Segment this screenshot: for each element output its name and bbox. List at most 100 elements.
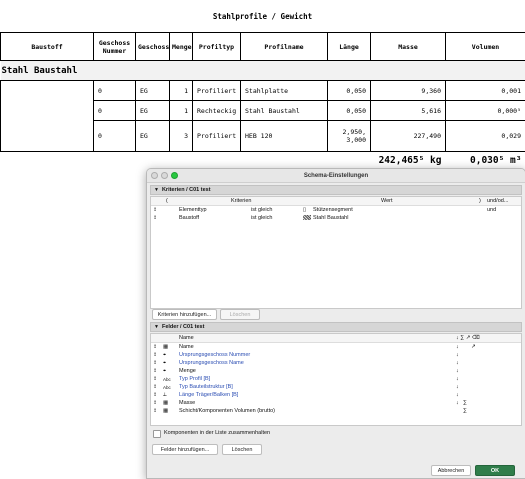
field-row[interactable]: ⁝ ▦ Schicht/Komponenten Volumen (brutto)… — [151, 407, 521, 415]
grid-icon: ▦ — [163, 408, 168, 414]
table-cell: 0,050 — [328, 101, 371, 121]
text-abc-icon: Abc — [163, 385, 171, 390]
drag-handle-icon[interactable]: ⁝ — [154, 384, 156, 390]
field-name: Typ Profil [B] — [179, 376, 210, 382]
drag-handle-icon[interactable]: ⁝ — [154, 352, 156, 358]
field-row[interactable]: ⁝ ▦ Name ↓ ↗ — [151, 343, 521, 351]
drag-handle-icon[interactable]: ⁝ — [154, 215, 156, 221]
group-row: Stahl Baustahl — [1, 61, 525, 81]
cancel-button[interactable]: Abbrechen — [431, 465, 471, 476]
delete-fields-button[interactable]: Löschen — [222, 444, 262, 455]
criteria-row[interactable]: ⁝ Baustoff ist gleich Stahl Baustahl — [151, 214, 521, 222]
sort-icon[interactable]: ↓ — [456, 368, 459, 374]
drag-handle-icon[interactable]: ⁝ — [154, 400, 156, 406]
minimize-window-button[interactable] — [161, 172, 168, 179]
criteria-and-or[interactable]: und — [487, 207, 496, 213]
drag-handle-icon[interactable]: ⁝ — [154, 408, 156, 414]
header-profilname[interactable]: Profilname — [241, 33, 328, 61]
add-fields-button[interactable]: Felder hinzufügen... — [152, 444, 218, 455]
col-and-or: und/od... — [487, 198, 508, 204]
header-masse[interactable]: Masse — [371, 33, 446, 61]
criteria-list: ( Kriterien Wert ) und/od... ⁝ Elementty… — [150, 196, 522, 309]
column-segment-icon: ▯ — [303, 207, 306, 213]
sum-icon[interactable]: ∑ — [463, 408, 467, 414]
criteria-value[interactable]: Stahl Baustahl — [313, 215, 348, 221]
header-menge[interactable]: Menge — [170, 33, 193, 61]
col-paren-close: ) — [479, 198, 481, 204]
table-cell — [1, 81, 94, 152]
total-mass: 242,465⁵ kg — [371, 152, 446, 169]
window-controls — [151, 172, 178, 179]
delete-criteria-button[interactable]: Löschen — [220, 309, 260, 320]
drag-handle-icon[interactable]: ⁝ — [154, 344, 156, 350]
table-cell: Profiliert — [193, 121, 241, 152]
field-row[interactable]: ⁝ ⌖ Menge ↓ — [151, 367, 521, 375]
sort-icon[interactable]: ↓ — [456, 352, 459, 358]
field-name: Menge — [179, 368, 196, 374]
add-criteria-button[interactable]: Kriterien hinzufügen... — [152, 309, 217, 320]
schedule-title: Stahlprofile / Gewicht — [0, 0, 525, 33]
dialog-titlebar[interactable]: Schema-Einstellungen — [147, 169, 525, 183]
criteria-field[interactable]: Baustoff — [179, 215, 199, 221]
header-geschoss[interactable]: Geschoss — [136, 33, 170, 61]
sum-icon[interactable]: ∑ — [463, 400, 467, 406]
close-window-button[interactable] — [151, 172, 158, 179]
field-row[interactable]: ⁝ ▦ Masse ↓ ∑ — [151, 399, 521, 407]
field-row[interactable]: ⁝ Abc Typ Bauteilstruktur [B] ↓ — [151, 383, 521, 391]
field-row[interactable]: ⁝ ⌖ Ursprungsgeschoss Name ↓ — [151, 359, 521, 367]
field-name: Masse — [179, 400, 195, 406]
table-cell: 227,490 — [371, 121, 446, 152]
keep-components-checkbox[interactable] — [153, 430, 161, 438]
ok-button[interactable]: OK — [475, 465, 515, 476]
col-sort-sum-icons: ↓ ∑ ↗ ⌫ — [456, 335, 480, 341]
link-icon[interactable]: ↗ — [471, 344, 476, 350]
table-cell: Rechteckig — [193, 101, 241, 121]
fields-section-header[interactable]: ▼ Felder / C01 test — [150, 322, 522, 332]
summary-row: 242,465⁵ kg 0,030⁵ m³ — [1, 152, 525, 169]
field-name: Ursprungsgeschoss Nummer — [179, 352, 250, 358]
keep-components-label: Komponenten in der Liste zusammenhalten — [164, 430, 270, 436]
header-geschoss-nummer[interactable]: Geschoss Nummer — [94, 33, 136, 61]
criteria-operator[interactable]: ist gleich — [251, 215, 272, 221]
disclosure-triangle-icon[interactable]: ▼ — [154, 187, 159, 193]
header-profiltyp[interactable]: Profiltyp — [193, 33, 241, 61]
table-cell: 5,616 — [371, 101, 446, 121]
criteria-section-header[interactable]: ▼ Kriterien / C01 test — [150, 185, 522, 195]
table-row[interactable]: 0 EG 1 Profiliert Stahlplatte 0,050 9,36… — [1, 81, 525, 101]
add-criteria-label: Kriterien hinzufügen... — [158, 312, 212, 318]
drag-handle-icon[interactable]: ⁝ — [154, 368, 156, 374]
table-cell: Stahl Baustahl — [241, 101, 328, 121]
criteria-operator[interactable]: ist gleich — [251, 207, 272, 213]
criteria-value[interactable]: Stützensegment — [313, 207, 353, 213]
sort-icon[interactable]: ↓ — [456, 392, 459, 398]
criteria-row[interactable]: ⁝ Elementtyp ist gleich ▯ Stützensegment… — [151, 206, 521, 214]
material-hatch-icon — [303, 215, 311, 220]
col-paren-open: ( — [166, 198, 168, 204]
field-row[interactable]: ⁝ ⌖ Ursprungsgeschoss Nummer ↓ — [151, 351, 521, 359]
sort-icon[interactable]: ↓ — [456, 344, 459, 350]
group-label: Stahl Baustahl — [1, 61, 525, 81]
field-name: Schicht/Komponenten Volumen (brutto) — [179, 408, 275, 414]
field-row[interactable]: ⁝ Abc Typ Profil [B] ↓ — [151, 375, 521, 383]
drag-handle-icon[interactable]: ⁝ — [154, 376, 156, 382]
table-cell: 1 — [170, 101, 193, 121]
zoom-window-button[interactable] — [171, 172, 178, 179]
field-name: Länge Träger/Balken [B] — [179, 392, 238, 398]
header-volumen[interactable]: Volumen — [446, 33, 525, 61]
header-laenge[interactable]: Länge — [328, 33, 371, 61]
drag-handle-icon[interactable]: ⁝ — [154, 207, 156, 213]
table-cell: EG — [136, 121, 170, 152]
sort-icon[interactable]: ↓ — [456, 376, 459, 382]
table-cell: 3 — [170, 121, 193, 152]
sort-icon[interactable]: ↓ — [456, 360, 459, 366]
table-cell: Profiliert — [193, 81, 241, 101]
sort-icon[interactable]: ↓ — [456, 384, 459, 390]
sort-icon[interactable]: ↓ — [456, 400, 459, 406]
drag-handle-icon[interactable]: ⁝ — [154, 360, 156, 366]
field-row[interactable]: ⁝ ⟂ Länge Träger/Balken [B] ↓ — [151, 391, 521, 399]
criteria-field[interactable]: Elementtyp — [179, 207, 207, 213]
col-criteria: Kriterien — [231, 198, 251, 204]
drag-handle-icon[interactable]: ⁝ — [154, 392, 156, 398]
header-baustoff[interactable]: Baustoff — [1, 33, 94, 61]
disclosure-triangle-icon[interactable]: ▼ — [154, 324, 159, 330]
